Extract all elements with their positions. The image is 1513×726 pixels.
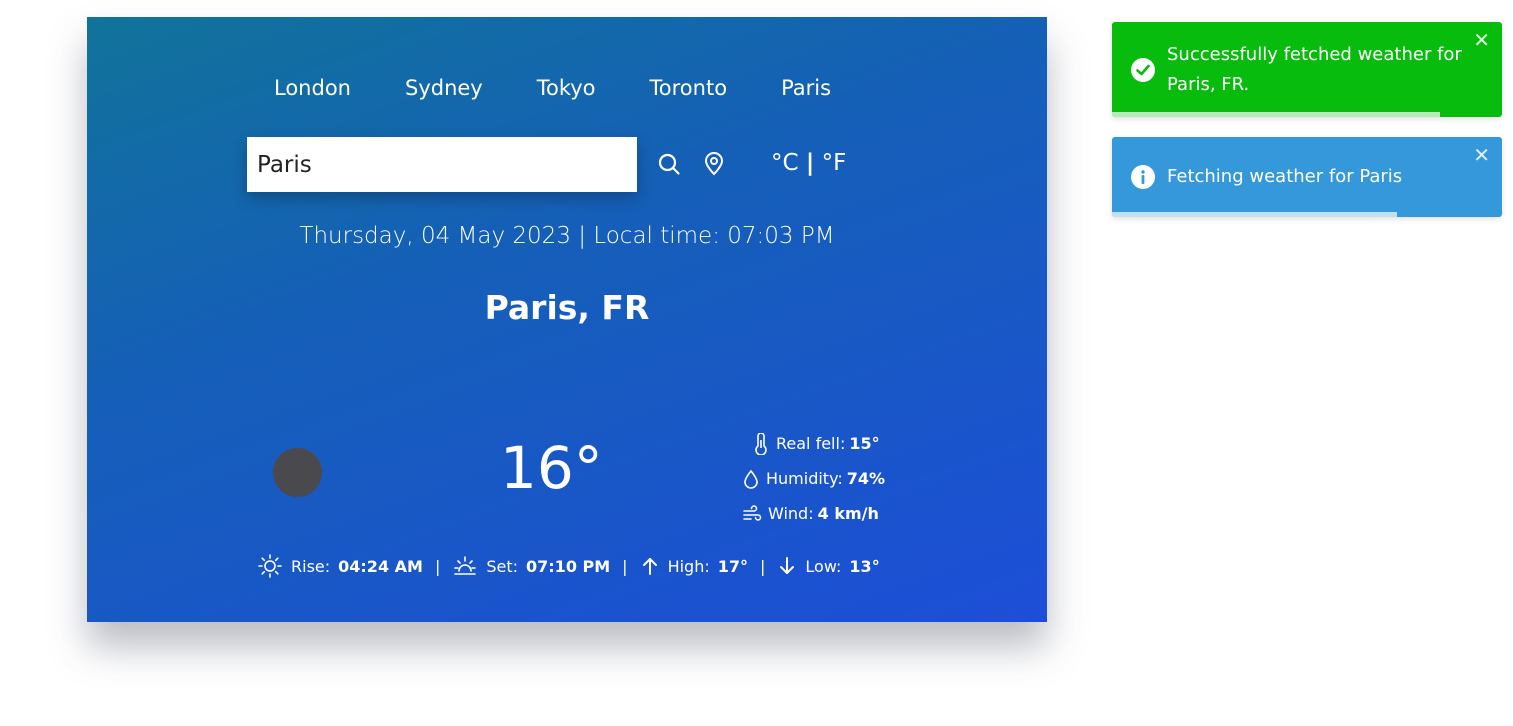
info-toast[interactable]: Fetching weather for Paris ✕ (1112, 137, 1502, 217)
toast-message: Fetching weather for Paris (1167, 166, 1403, 187)
high-label: High: (667, 556, 710, 576)
droplet-icon (744, 469, 758, 489)
city-quick-links: London Sydney Tokyo Toronto Paris (274, 76, 831, 100)
separator: | (760, 556, 766, 576)
real-feel-value: 15° (849, 434, 880, 453)
unit-separator: | (805, 150, 815, 176)
current-temperature: 16° (500, 434, 603, 502)
arrow-down-icon (780, 557, 795, 574)
sunset-icon (454, 556, 477, 575)
humidity-row: Humidity: 74% (742, 461, 885, 496)
real-feel-label: Real fell: (776, 434, 846, 453)
city-link-paris[interactable]: Paris (781, 76, 831, 100)
unit-toggle: °C | °F (771, 150, 846, 176)
low-value: 13° (849, 556, 880, 576)
sun-and-range-bar: Rise: 04:24 AM | Set: 07:10 PM | High: 1… (257, 553, 880, 579)
fahrenheit-button[interactable]: °F (822, 150, 847, 176)
celsius-button[interactable]: °C (771, 150, 799, 176)
wind-label: Wind: (768, 504, 814, 523)
city-link-tokyo[interactable]: Tokyo (537, 76, 596, 100)
wind-value: 4 km/h (817, 504, 879, 523)
wind-row: Wind: 4 km/h (742, 496, 885, 531)
weather-condition-icon (273, 448, 322, 497)
toast-progress-bar (1112, 112, 1440, 117)
sunset-label: Set: (486, 556, 519, 576)
thermometer-icon (755, 432, 767, 455)
sun-icon (258, 554, 282, 578)
local-datetime: Thursday, 04 May 2023 | Local time: 07:0… (299, 223, 835, 249)
low-label: Low: (805, 556, 842, 576)
toast-progress-bar (1112, 212, 1397, 217)
real-feel-row: Real fell: 15° (742, 426, 885, 461)
sunrise-value: 04:24 AM (338, 556, 423, 576)
toast-message: Successfully fetched weather for Paris, … (1167, 44, 1462, 95)
close-icon[interactable]: ✕ (1473, 30, 1490, 50)
search-icon[interactable] (657, 152, 681, 176)
weather-card: London Sydney Tokyo Toronto Paris °C | °… (87, 17, 1047, 622)
wind-icon (743, 504, 762, 521)
separator: | (434, 556, 441, 576)
arrow-up-icon (642, 558, 657, 575)
map-pin-icon[interactable] (703, 152, 725, 176)
check-circle-icon (1131, 58, 1155, 82)
search-input[interactable] (247, 137, 637, 192)
info-icon (1131, 165, 1155, 189)
weather-details: Real fell: 15° Humidity: 74% Wind: 4 km/… (742, 426, 885, 531)
high-value: 17° (717, 556, 748, 576)
humidity-label: Humidity: (766, 469, 843, 488)
location-title: Paris, FR (484, 288, 650, 327)
separator: | (622, 556, 628, 576)
city-link-toronto[interactable]: Toronto (650, 76, 728, 100)
humidity-value: 74% (846, 469, 886, 488)
sunset-value: 07:10 PM (526, 556, 611, 576)
city-link-sydney[interactable]: Sydney (405, 76, 483, 100)
close-icon[interactable]: ✕ (1473, 145, 1490, 165)
sunrise-label: Rise: (291, 556, 331, 576)
city-link-london[interactable]: London (274, 76, 351, 100)
success-toast[interactable]: Successfully fetched weather for Paris, … (1112, 22, 1502, 117)
